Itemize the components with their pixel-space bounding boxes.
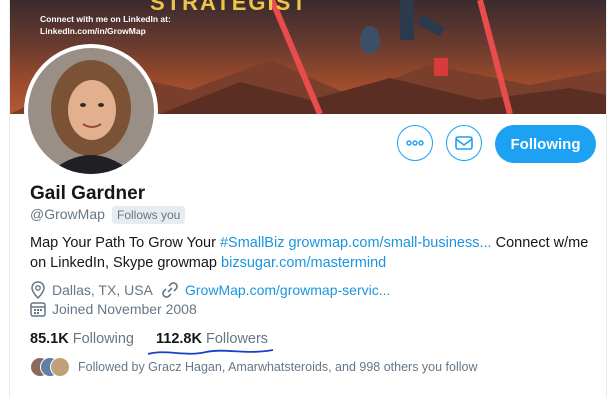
avatar-photo bbox=[28, 48, 154, 174]
banner-line-2: LinkedIn.com/in/GrowMap bbox=[40, 26, 146, 36]
profile-handle: @GrowMap bbox=[30, 206, 105, 222]
message-button[interactable] bbox=[446, 125, 482, 161]
profile-avatar[interactable] bbox=[24, 44, 158, 178]
following-count: 85.1K bbox=[30, 331, 69, 347]
right-border bbox=[606, 0, 607, 398]
website-row: GrowMap.com/growmap-servic... bbox=[161, 281, 390, 299]
bio-mastermind-link[interactable]: bizsugar.com/mastermind bbox=[221, 255, 386, 271]
following-button[interactable]: Following bbox=[495, 125, 596, 163]
more-icon bbox=[406, 140, 424, 146]
location-text: Dallas, TX, USA bbox=[52, 282, 153, 298]
banner-headline: STRATEGIST bbox=[150, 0, 308, 15]
hand-drawn-underline bbox=[147, 349, 274, 355]
following-label: Following bbox=[72, 331, 134, 347]
banner-line-1: Connect with me on LinkedIn at: bbox=[40, 14, 171, 24]
bio-website-link[interactable]: growmap.com/small-business... bbox=[288, 235, 491, 251]
website-link[interactable]: GrowMap.com/growmap-servic... bbox=[185, 282, 390, 298]
location-row: Dallas, TX, USA bbox=[30, 281, 153, 299]
following-stat[interactable]: 85.1K Following bbox=[30, 331, 134, 347]
follower-avatar-3[interactable] bbox=[50, 357, 70, 377]
link-icon bbox=[162, 282, 178, 298]
envelope-icon bbox=[455, 136, 473, 150]
profile-name: Gail Gardner bbox=[30, 183, 146, 204]
followed-by-text[interactable]: Followed by Gracz Hagan, Amarwhatsteroid… bbox=[78, 360, 478, 374]
joined-row: Joined November 2008 bbox=[30, 301, 197, 317]
bio-text-1: Map Your Path To Grow Your bbox=[30, 235, 220, 251]
avatar-portrait bbox=[28, 48, 154, 174]
calendar-icon bbox=[30, 302, 46, 317]
location-pin-icon bbox=[31, 281, 45, 299]
follows-you-badge: Follows you bbox=[112, 206, 186, 224]
bio-hashtag-link[interactable]: #SmallBiz bbox=[220, 235, 284, 251]
profile-bio: Map Your Path To Grow Your #SmallBiz gro… bbox=[30, 233, 590, 273]
more-button[interactable] bbox=[397, 125, 433, 161]
joined-text: Joined November 2008 bbox=[52, 301, 197, 317]
